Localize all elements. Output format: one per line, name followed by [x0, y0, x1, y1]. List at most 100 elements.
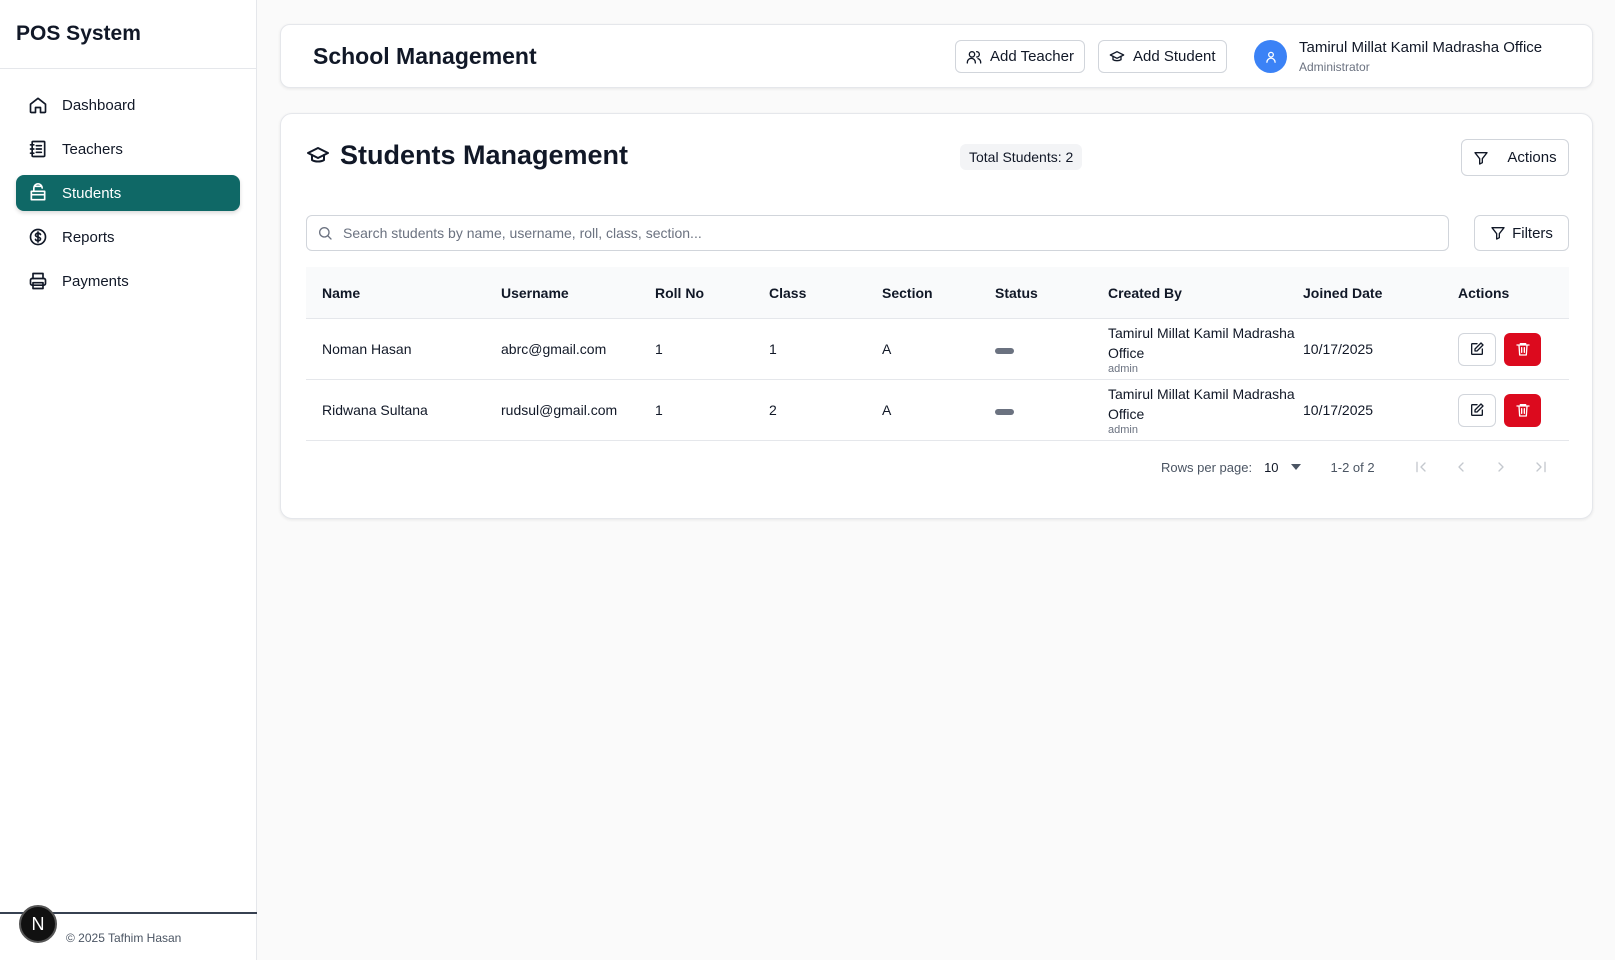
total-students-badge: Total Students: 2 [960, 144, 1083, 170]
user-icon [1265, 51, 1276, 63]
column-header[interactable]: Joined Date [1303, 285, 1458, 301]
cell-section: A [882, 341, 892, 357]
dollar-circle-icon [28, 227, 48, 247]
sidebar-item-reports[interactable]: Reports [16, 219, 240, 255]
status-indicator [995, 348, 1014, 354]
cell-created-by: Tamirul Millat Kamil Madrasha Office adm… [1108, 323, 1303, 375]
users-icon [966, 49, 982, 65]
pagination: Rows per page: 10 1-2 of 2 [1161, 457, 1551, 477]
app-title: POS System [0, 0, 256, 69]
cell-class: 2 [769, 402, 777, 418]
filter-icon [1473, 150, 1489, 166]
column-header[interactable]: Username [501, 285, 655, 301]
column-header[interactable]: Name [306, 285, 501, 301]
chevron-left-icon [1457, 462, 1464, 472]
edit-button[interactable] [1458, 393, 1496, 427]
sidebar-item-payments[interactable]: Payments [16, 263, 240, 299]
last-page-icon [1535, 461, 1546, 473]
sidebar-footer: N © 2025 Tafhim Hasan [0, 905, 257, 960]
sidebar-item-students[interactable]: Students [16, 175, 240, 211]
sidebar-nav: Dashboard Teachers Students Reports Paym… [0, 69, 256, 325]
cell-joined-date: 10/17/2025 [1303, 341, 1374, 357]
cell-section: A [882, 402, 892, 418]
page-range: 1-2 of 2 [1330, 459, 1375, 475]
caret-down-icon [1290, 464, 1301, 470]
sidebar-item-label: Students [62, 184, 122, 202]
sidebar-item-teachers[interactable]: Teachers [16, 131, 240, 167]
backpack-icon [28, 183, 48, 203]
cell-status [995, 341, 1108, 357]
user-name: Tamirul Millat Kamil Madrasha Office [1299, 39, 1543, 56]
prev-page-button[interactable] [1451, 457, 1471, 477]
home-icon [28, 95, 48, 115]
rows-per-page-select[interactable]: 10 [1264, 459, 1301, 475]
printer-icon [28, 271, 48, 291]
table-header: Name Username Roll No Class Section Stat… [306, 267, 1569, 319]
cell-class: 1 [769, 341, 777, 357]
column-header[interactable]: Roll No [655, 285, 769, 301]
cell-created-by: Tamirul Millat Kamil Madrasha Office adm… [1108, 384, 1303, 436]
column-header[interactable]: Created By [1108, 285, 1303, 301]
status-indicator [995, 409, 1014, 415]
add-student-label: Add Student [1133, 48, 1216, 65]
sidebar-item-label: Dashboard [62, 96, 136, 114]
search-input[interactable] [343, 225, 1433, 241]
created-by-role: admin [1108, 424, 1138, 436]
trash-icon [1515, 404, 1530, 417]
table-row[interactable]: Ridwana Sultana rudsul@gmail.com 1 2 A T… [306, 380, 1569, 441]
cell-status [995, 402, 1108, 418]
sidebar-item-label: Teachers [62, 140, 123, 158]
column-header[interactable]: Class [769, 285, 882, 301]
cell-name: Noman Hasan [322, 341, 412, 357]
notebook-icon [28, 139, 48, 159]
edit-icon [1471, 342, 1484, 355]
created-by-name: Tamirul Millat Kamil Madrasha Office [1108, 325, 1295, 361]
edit-button[interactable] [1458, 332, 1496, 366]
edit-icon [1471, 403, 1484, 416]
created-by-name: Tamirul Millat Kamil Madrasha Office [1108, 386, 1295, 422]
cell-username: abrc@gmail.com [501, 341, 607, 357]
top-header: School Management Add Teacher Add Studen… [280, 24, 1593, 88]
add-student-button[interactable]: Add Student [1098, 40, 1227, 73]
search-icon [317, 225, 333, 241]
add-teacher-label: Add Teacher [990, 48, 1074, 65]
cell-roll: 1 [655, 341, 663, 357]
sidebar: POS System Dashboard Teachers Students R… [0, 0, 257, 960]
students-table: Name Username Roll No Class Section Stat… [306, 267, 1569, 441]
sidebar-item-dashboard[interactable]: Dashboard [16, 87, 240, 123]
next-page-button[interactable] [1491, 457, 1511, 477]
add-teacher-button[interactable]: Add Teacher [955, 40, 1085, 73]
table-row[interactable]: Noman Hasan abrc@gmail.com 1 1 A Tamirul… [306, 319, 1569, 380]
actions-label: Actions [1507, 149, 1557, 166]
sidebar-item-label: Payments [62, 272, 129, 290]
column-header: Actions [1458, 284, 1510, 301]
chevron-right-icon [1497, 462, 1504, 472]
user-role: Administrator [1299, 60, 1370, 74]
last-page-button[interactable] [1531, 457, 1551, 477]
search-box [306, 215, 1449, 251]
trash-icon [1515, 343, 1530, 356]
filter-icon [1490, 225, 1506, 241]
graduation-cap-icon [1109, 49, 1125, 65]
first-page-button[interactable] [1411, 457, 1431, 477]
rows-per-page-value: 10 [1264, 459, 1279, 475]
graduation-cap-icon [306, 143, 332, 169]
delete-button[interactable] [1504, 393, 1541, 427]
column-header[interactable]: Section [882, 285, 995, 301]
actions-button[interactable]: Actions [1461, 139, 1569, 176]
created-by-role: admin [1108, 363, 1138, 375]
column-header[interactable]: Status [995, 285, 1108, 301]
filters-button[interactable]: Filters [1474, 215, 1569, 251]
copyright-text: © 2025 Tafhim Hasan [66, 931, 182, 945]
cell-joined-date: 10/17/2025 [1303, 402, 1374, 418]
cell-actions [1458, 393, 1569, 427]
section-title-text: Students Management [340, 140, 629, 170]
delete-button[interactable] [1504, 332, 1541, 366]
first-page-icon [1415, 461, 1426, 473]
sidebar-item-label: Reports [62, 228, 115, 246]
rows-per-page-label: Rows per page: [1161, 459, 1253, 475]
n-badge[interactable]: N [19, 905, 57, 943]
avatar[interactable] [1254, 40, 1287, 73]
page-title: School Management [313, 43, 537, 69]
section-title: Students Management [306, 140, 628, 171]
